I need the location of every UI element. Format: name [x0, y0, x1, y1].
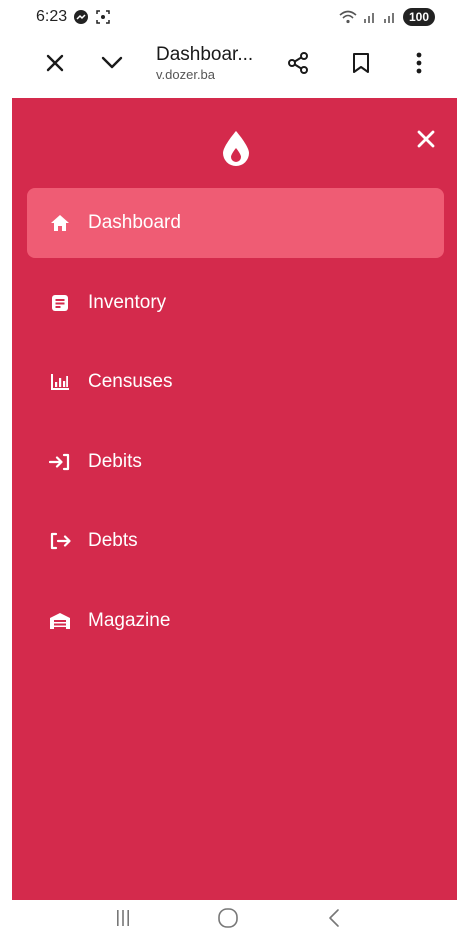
sidebar-nav: Dashboard Inventory Censuses Debits Debt… [27, 188, 444, 666]
back-button[interactable] [314, 906, 354, 936]
share-button[interactable] [276, 34, 320, 96]
android-nav-bar [0, 900, 457, 941]
status-time: 6:23 [36, 8, 68, 25]
sidebar-menu: Dashboard Inventory Censuses Debits Debt… [12, 98, 457, 900]
sidebar-item-magazine[interactable]: Magazine [27, 586, 444, 656]
more-options-button[interactable] [397, 34, 441, 96]
close-tab-button[interactable] [33, 34, 77, 96]
browser-toolbar: Dashboar... v.dozer.ba [0, 34, 457, 96]
sidebar-item-debits[interactable]: Debits [27, 427, 444, 497]
chevron-down-icon [101, 56, 123, 75]
sidebar-item-label: Inventory [88, 291, 167, 313]
page-info[interactable]: Dashboar... v.dozer.ba [156, 44, 276, 84]
bookmark-button[interactable] [339, 34, 383, 96]
minimize-button[interactable] [90, 34, 134, 96]
messenger-icon [73, 9, 89, 25]
more-vert-icon [416, 52, 422, 79]
sidebar-item-label: Magazine [88, 609, 171, 631]
battery-indicator: 100 [402, 8, 435, 26]
bar-chart-icon [49, 371, 71, 393]
home-button[interactable] [208, 906, 248, 936]
sidebar-item-label: Censuses [88, 371, 173, 393]
drop-logo-icon[interactable] [221, 130, 251, 166]
share-icon [286, 51, 310, 80]
phone-screen: 6:23 100 Dashboar... v.dozer.ba Dashboar… [0, 0, 457, 941]
home-circle-icon [217, 907, 239, 934]
wifi-icon [339, 10, 357, 24]
recents-icon [115, 909, 131, 932]
sidebar-item-debts[interactable]: Debts [27, 506, 444, 576]
warehouse-icon [49, 610, 71, 632]
page-url: v.dozer.ba [156, 67, 216, 82]
signal-icon [363, 10, 377, 24]
clipboard-icon [49, 292, 71, 314]
close-icon [45, 53, 65, 78]
status-right: 100 [339, 8, 435, 26]
status-bar: 6:23 100 [0, 0, 457, 34]
sidebar-item-inventory[interactable]: Inventory [27, 268, 444, 338]
recents-button[interactable] [103, 906, 143, 936]
home-icon [49, 212, 71, 234]
login-arrow-icon [49, 451, 71, 473]
sidebar-item-dashboard[interactable]: Dashboard [27, 188, 444, 258]
sidebar-item-label: Debts [88, 530, 138, 552]
page-title: Dashboar... [156, 44, 254, 65]
bookmark-icon [352, 52, 370, 79]
close-icon [415, 130, 437, 154]
status-left: 6:23 [36, 8, 111, 26]
screenshot-icon [95, 9, 111, 25]
back-icon [328, 908, 340, 933]
sidebar-item-label: Dashboard [88, 212, 181, 233]
sidebar-close-button[interactable] [415, 128, 437, 150]
sidebar-item-label: Debits [88, 450, 142, 472]
logout-arrow-icon [49, 530, 71, 552]
signal-icon-2 [383, 10, 397, 24]
sidebar-item-censuses[interactable]: Censuses [27, 347, 444, 417]
